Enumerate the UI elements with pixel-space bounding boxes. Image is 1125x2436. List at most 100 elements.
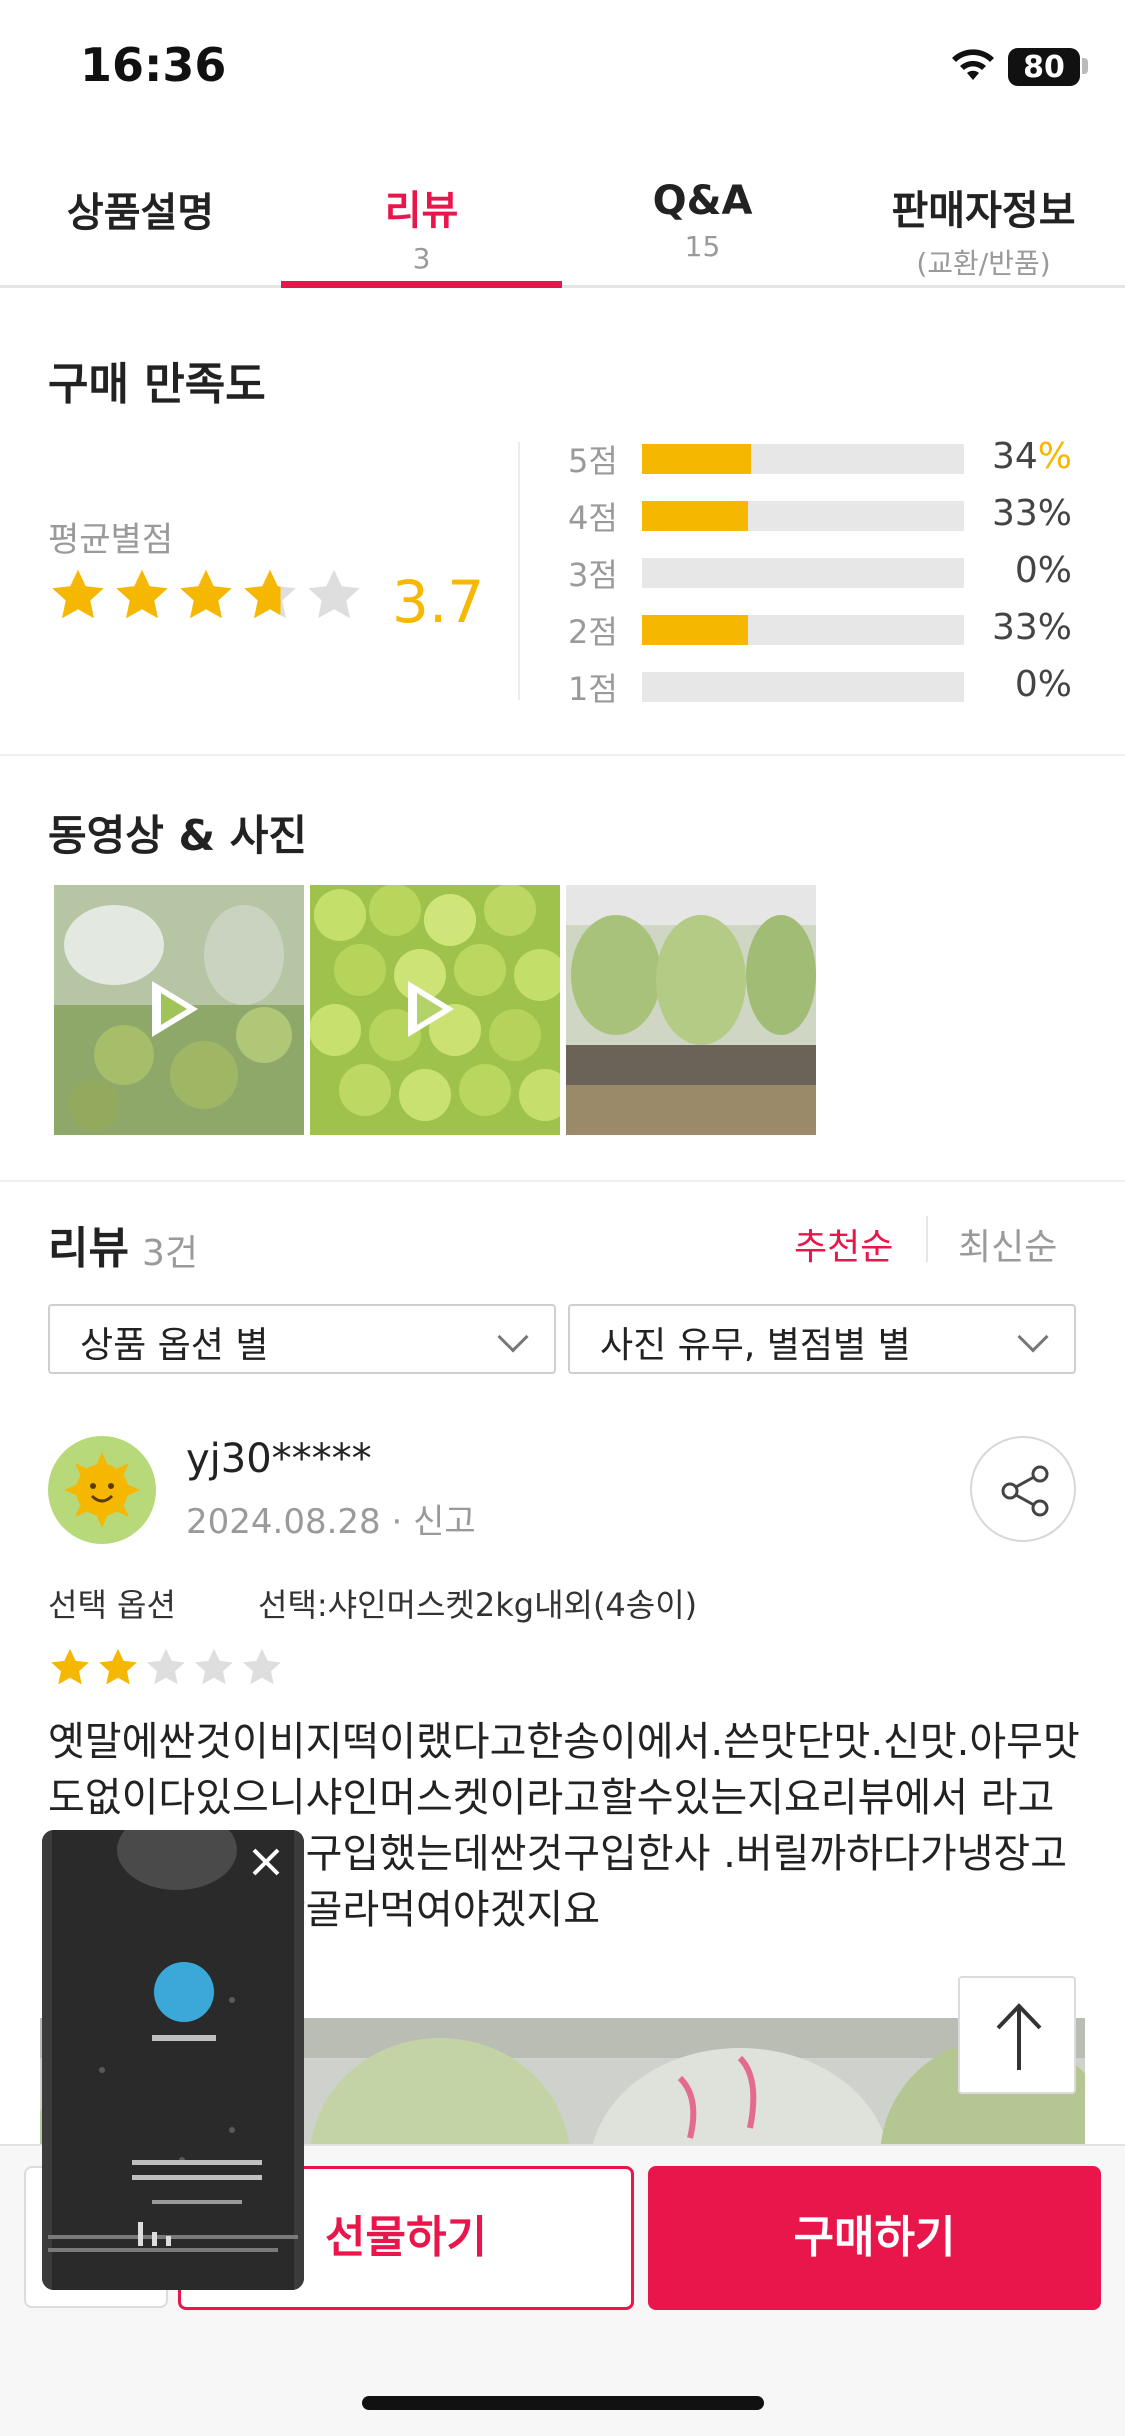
share-button[interactable] xyxy=(970,1436,1076,1542)
rating-label: 2점 xyxy=(568,613,618,651)
media-thumb-photo[interactable] xyxy=(566,885,816,1135)
rating-percent: 0% xyxy=(1015,550,1072,591)
media-thumb-video[interactable] xyxy=(54,885,304,1135)
star-icon xyxy=(116,569,168,619)
product-tabs: 상품설명 리뷰 3 Q&A 15 판매자정보 (교환/반품) xyxy=(0,160,1125,288)
satisfaction-title: 구매 만족도 xyxy=(48,359,266,410)
rating-percent: 33% xyxy=(992,493,1072,534)
rating-row-4: 4점 33% xyxy=(568,493,1088,537)
sun-avatar-icon xyxy=(64,1452,140,1528)
arrow-up-icon xyxy=(996,2003,1042,2070)
tab-count: 3 xyxy=(412,242,431,275)
coffee-bag-video-frame xyxy=(42,1830,304,2290)
rating-percent-value: 34 xyxy=(991,436,1038,477)
review-stars xyxy=(48,1646,288,1694)
play-icon-inner xyxy=(161,993,187,1025)
option-label: 선택 옵션 xyxy=(48,1586,176,1624)
rating-label: 1점 xyxy=(568,670,618,708)
sort-latest[interactable]: 최신순 xyxy=(958,1218,1057,1270)
rating-bar-fill xyxy=(642,501,749,531)
star-icon xyxy=(52,569,104,619)
review-username: yj30***** xyxy=(186,1436,372,1482)
battery-icon: 80 xyxy=(1008,48,1080,86)
rating-label: 3점 xyxy=(568,556,618,594)
avatar xyxy=(48,1436,156,1544)
dropdown-label: 상품 옵션 별 xyxy=(80,1325,269,1366)
rating-row-3: 3점 0% xyxy=(568,550,1088,594)
rating-percent-value: 0% xyxy=(1014,550,1072,591)
review-meta: 2024.08.28 · 신고 xyxy=(186,1494,476,1543)
close-icon[interactable] xyxy=(246,1842,286,1882)
average-rating-stars xyxy=(48,566,368,636)
tab-count: (교환/반품) xyxy=(916,247,1051,280)
rating-percent: 0% xyxy=(1015,664,1072,705)
tab-label: 리뷰 xyxy=(384,188,459,234)
share-icon xyxy=(1001,1465,1049,1517)
home-indicator xyxy=(362,2396,764,2410)
rating-label: 5점 xyxy=(568,442,618,480)
rating-percent-sign: % xyxy=(1037,436,1072,477)
floating-video-player[interactable] xyxy=(42,1830,304,2290)
sort-recommended[interactable]: 추천순 xyxy=(794,1218,893,1270)
tab-count: 15 xyxy=(684,230,721,263)
buy-button[interactable]: 구매하기 xyxy=(648,2166,1101,2310)
reviews-title: 리뷰 xyxy=(48,1223,129,1274)
media-title: 동영상 & 사진 xyxy=(48,811,308,860)
star-icon xyxy=(195,1648,233,1685)
battery-tip xyxy=(1082,58,1088,74)
filter-photo-dropdown[interactable]: 사진 유무, 별점별 별 xyxy=(568,1304,1076,1374)
section-divider xyxy=(0,754,1125,756)
star-icon xyxy=(99,1648,137,1685)
rating-row-1: 1점 0% xyxy=(568,664,1088,708)
tab-label: Q&A xyxy=(652,178,753,224)
star-icon xyxy=(147,1648,185,1685)
average-rating-value: 3.7 xyxy=(392,568,485,636)
tab-reviews[interactable]: 리뷰 3 xyxy=(281,160,562,288)
review-date: 2024.08.28 xyxy=(186,1502,381,1542)
star-icon xyxy=(243,1648,281,1685)
option-value: 선택:샤인머스켓2kg내외(4송이) xyxy=(258,1586,698,1624)
rating-label: 4점 xyxy=(568,499,618,537)
star-icon xyxy=(244,569,296,619)
chevron-down-icon xyxy=(497,1321,529,1353)
tab-description[interactable]: 상품설명 xyxy=(0,160,281,288)
media-thumb-video[interactable] xyxy=(310,885,560,1135)
rating-percent-value: 33% xyxy=(991,493,1072,534)
tab-qna[interactable]: Q&A 15 xyxy=(562,160,843,288)
chevron-down-icon xyxy=(1017,1321,1049,1353)
rating-bar-fill xyxy=(642,444,752,474)
rating-percent-value: 33% xyxy=(991,607,1072,648)
play-icon-inner xyxy=(417,993,443,1025)
rating-bar-fill xyxy=(642,615,749,645)
rating-percent: 34% xyxy=(992,436,1072,477)
grape-photo-image xyxy=(566,885,816,1135)
divider xyxy=(518,442,520,700)
star-icon xyxy=(308,569,360,619)
filter-option-dropdown[interactable]: 상품 옵션 별 xyxy=(48,1304,556,1374)
dropdown-label: 사진 유무, 별점별 별 xyxy=(600,1325,911,1366)
star-icon xyxy=(180,569,232,619)
wifi-icon xyxy=(952,49,994,80)
reviews-count: 3건 xyxy=(142,1233,199,1274)
report-link[interactable]: 신고 xyxy=(413,1502,476,1542)
rating-bar xyxy=(642,444,964,474)
tab-label: 상품설명 xyxy=(66,190,215,236)
rating-row-5: 5점 34% xyxy=(568,436,1088,480)
meta-separator: · xyxy=(391,1502,414,1542)
sort-divider xyxy=(926,1216,928,1262)
average-rating-label: 평균별점 xyxy=(48,520,174,560)
tab-seller-info[interactable]: 판매자정보 (교환/반품) xyxy=(843,160,1124,288)
rating-percent: 33% xyxy=(992,607,1072,648)
rating-bar xyxy=(642,558,964,588)
rating-percent-value: 0% xyxy=(1014,664,1072,705)
tab-label: 판매자정보 xyxy=(891,188,1076,234)
tab-indicator xyxy=(281,281,562,288)
star-icon xyxy=(51,1648,89,1685)
status-time: 16:36 xyxy=(80,38,227,92)
section-divider xyxy=(0,1180,1125,1182)
rating-row-2: 2점 33% xyxy=(568,607,1088,651)
rating-bar xyxy=(642,501,964,531)
scroll-top-button[interactable] xyxy=(958,1976,1076,2094)
status-bar: 16:36 80 xyxy=(0,0,1125,140)
battery-level: 80 xyxy=(1023,49,1065,85)
